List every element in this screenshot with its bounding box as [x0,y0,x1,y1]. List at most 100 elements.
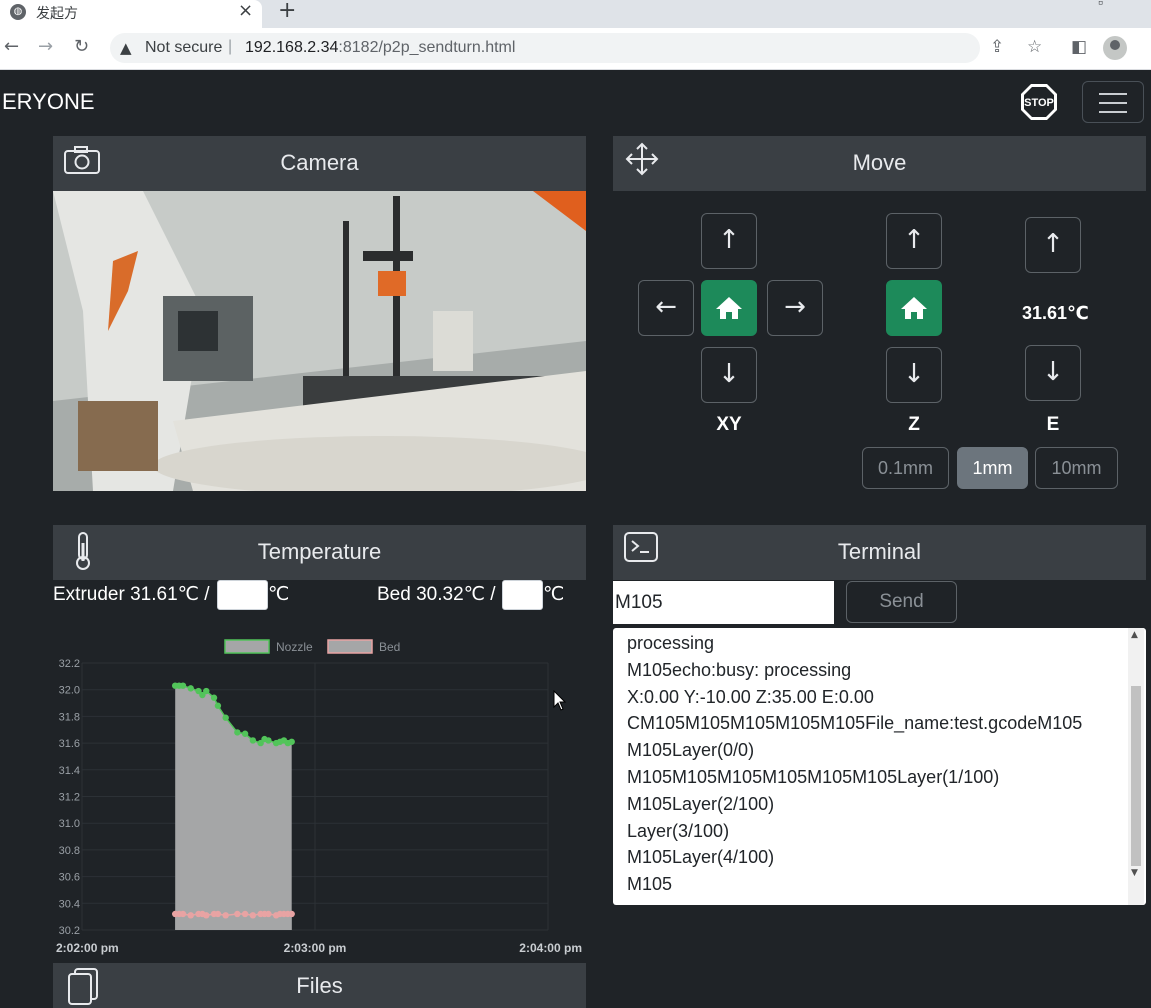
chart-area [175,684,292,930]
terminal-line: M105Layer(4/100) [627,847,775,868]
bed-point [284,910,292,918]
terminal-title: Terminal [837,539,922,564]
step-1mm-button[interactable]: 1mm [957,447,1028,489]
terminal-command-input[interactable] [613,581,834,624]
share-icon[interactable]: ⇪ [990,37,1004,57]
bed-point [288,910,295,918]
chart-legend[interactable]: Nozzle Bed [224,639,400,654]
terminal-line: processing [627,633,715,653]
move-x-right-button[interactable]: → [767,280,823,336]
terminal-scrollbar[interactable]: ▲ ▼ [1128,628,1144,905]
restore-window-icon[interactable]: ▫ [1098,0,1103,10]
nozzle-line [175,684,292,744]
terminal-line: M105echo:busy: processing [627,659,852,680]
bed-point [199,910,206,918]
bed-line [175,913,292,917]
browser-toolbar: ← → ↻ ▲ Not secure | 192.168.2.34:8182/p… [0,28,1151,70]
forward-icon[interactable]: → [38,36,53,57]
y-tick-label: 31.6 [59,738,80,750]
extruder-unit: ℃ [268,584,290,605]
nozzle-area [175,685,292,930]
camera-title: Camera [280,150,359,175]
z-axis-label: Z [908,414,920,435]
y-tick-label: 32.2 [59,658,80,670]
send-button[interactable]: Send [846,581,957,623]
side-panel-icon[interactable]: ◧ [1071,37,1087,57]
nozzle-point [214,702,222,709]
nozzle-point [172,682,179,689]
move-y-down-button[interactable]: ↓ [701,347,757,403]
nozzle-point [222,714,229,721]
url-text[interactable]: 192.168.2.34:8182/p2p_sendturn.html [245,39,515,57]
bed-point [272,912,280,919]
stop-label: STOP [1024,97,1054,109]
move-z-down-button[interactable]: ↓ [886,347,942,403]
hamburger-line [1099,111,1127,113]
files-title: Files [296,973,343,998]
home-z-button[interactable] [886,280,942,336]
terminal-line: M105M105M105M105M105M105Layer(1/100) [627,767,1000,787]
camera-feed-image [53,191,586,491]
extruder-target-input[interactable] [217,580,268,610]
bed-point [276,910,284,918]
stop-button[interactable]: STOP [1020,83,1058,121]
bed-point [241,910,249,918]
address-bar[interactable]: ▲ Not secure | 192.168.2.34:8182/p2p_sen… [110,33,980,63]
terminal-line: M105Layer(2/100) [627,793,775,814]
home-xy-button[interactable] [701,280,757,336]
new-tab-button[interactable]: + [278,0,296,23]
nozzle-point [280,737,288,744]
bed-point [175,910,183,918]
e-axis-label: E [1046,414,1060,435]
y-tick-label: 32.0 [59,685,80,697]
extrude-up-button[interactable]: ↑ [1025,217,1081,273]
bed-point [210,910,218,918]
move-y-up-button[interactable]: ↑ [701,213,757,269]
browser-tab[interactable]: ◍ 发起方 × [0,0,262,28]
y-tick-label: 30.4 [59,898,80,910]
tab-title: 发起方 [36,6,78,22]
step-0.1mm-button[interactable]: 0.1mm [862,447,949,489]
reload-icon[interactable]: ↻ [74,36,89,57]
bed-unit: ℃ [543,584,565,605]
nozzle-point [203,687,210,695]
nozzle-point [210,694,218,701]
browser-tab-bar: ◍ 发起方 × + ▫ [0,0,1151,28]
star-icon[interactable]: ☆ [1027,37,1042,57]
y-tick-label: 31.4 [59,765,80,777]
profile-avatar-icon[interactable] [1103,36,1127,60]
terminal-line: M105Layer(0/0) [627,740,755,761]
nozzle-point [241,730,249,737]
y-tick-label: 30.6 [59,872,80,884]
scroll-thumb[interactable] [1131,686,1141,866]
nozzle-point [257,739,264,747]
globe-icon: ◍ [10,4,26,20]
back-icon[interactable]: ← [4,36,19,57]
chart-y-ticks: 32.2 32.0 31.8 31.6 31.4 31.2 31.0 30.8 30.6 30.4… [59,658,80,937]
terminal-output[interactable]: processing M105echo:busy: processing X:0.0… [613,628,1146,905]
scroll-down-icon[interactable]: ▼ [1131,868,1138,878]
x-tick-label: 2:03:00 pm [284,941,347,955]
brand-logo: ERYONE [2,89,95,114]
x-tick-label: 2:02:00 pm [56,941,119,955]
bed-point [187,912,194,919]
extruder-temp-label: Extruder 31.61℃ / [53,584,210,605]
extrude-down-button[interactable]: ↓ [1025,345,1081,401]
chart-points [172,682,295,919]
bed-target-input[interactable] [502,580,543,610]
bed-point [172,910,179,918]
scroll-up-icon[interactable]: ▲ [1131,630,1138,640]
nozzle-point [195,687,202,695]
x-tick-label: 2:04:00 pm [519,941,582,955]
xy-axis-label: XY [716,414,742,435]
bed-point [261,910,268,918]
tab-close-icon[interactable]: × [238,0,253,21]
move-z-up-button[interactable]: ↑ [886,213,942,269]
menu-toggle-button[interactable] [1082,81,1144,123]
url-host: 192.168.2.34 [245,39,339,56]
bed-point [249,912,257,919]
move-x-left-button[interactable]: ← [638,280,694,336]
step-10mm-button[interactable]: 10mm [1035,447,1118,489]
terminal-line: X:0.00 Y:-10.00 Z:35.00 E:0.00 [627,686,874,707]
camera-scene [53,191,586,491]
